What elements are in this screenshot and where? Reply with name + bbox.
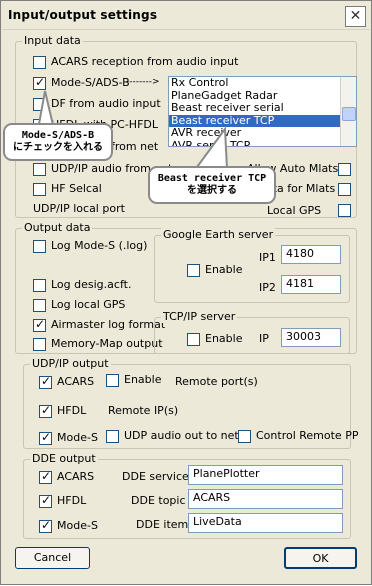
airmaster-checkbox[interactable] — [33, 317, 46, 332]
ge-enable-label: Enable — [205, 263, 243, 276]
from-net-label: from net — [111, 140, 159, 153]
input-data-legend: Input data — [22, 34, 83, 47]
callout-mode-s: Mode-S/ADS-B にチェックを入れる — [3, 123, 113, 161]
df-audio-label: DF from audio input — [51, 97, 161, 110]
udp-acars-label: ACARS — [57, 375, 95, 388]
listbox-scrollbar[interactable] — [340, 77, 356, 146]
log-modes-checkbox[interactable] — [33, 240, 46, 253]
local-gps-label: Local GPS — [267, 204, 322, 217]
df-audio-checkbox[interactable] — [33, 98, 46, 111]
log-gps-label: Log local GPS — [51, 298, 126, 311]
udp-local-port-label: UDP/IP local port — [33, 202, 125, 215]
udp-modes-checkbox[interactable] — [39, 430, 52, 445]
output-data-legend: Output data — [22, 221, 93, 234]
dde-service-label: DDE service — [122, 470, 189, 483]
dde-hfdl-label: HFDL — [57, 494, 87, 507]
udp-modes-label: Mode-S — [57, 431, 98, 444]
listbox-item[interactable]: Beast receiver serial — [169, 101, 356, 115]
udp-enable-label: Enable — [124, 373, 162, 386]
dde-service-input[interactable]: PlanePlotter — [188, 465, 343, 485]
listbox-item[interactable]: Rx Control — [169, 77, 356, 90]
scrollbar-thumb[interactable] — [342, 107, 356, 121]
log-desig-checkbox[interactable] — [33, 279, 46, 292]
dde-acars-label: ACARS — [57, 470, 95, 483]
acars-audio-label: ACARS reception from audio input — [51, 55, 239, 68]
udp-acars-checkbox[interactable] — [39, 374, 52, 389]
tcp-ip-label: IP — [259, 332, 269, 345]
data-mlats-checkbox[interactable] — [338, 183, 351, 196]
input-source-listbox[interactable]: Rx Control PlaneGadget Radar Beast receive… — [168, 76, 357, 147]
udp-output-legend: UDP/IP output — [30, 357, 111, 370]
udp-hfdl-checkbox[interactable] — [39, 403, 52, 418]
memory-map-checkbox[interactable] — [33, 338, 46, 351]
auto-mlats-checkbox[interactable] — [338, 163, 351, 176]
window-title: Input/output settings — [8, 8, 158, 22]
listbox-item[interactable]: AVR receiver — [169, 126, 356, 140]
ge-ip2-label: IP2 — [259, 281, 276, 294]
udp-audio-checkbox[interactable] — [33, 163, 46, 176]
dde-item-label: DDE item — [136, 518, 189, 531]
log-modes-label: Log Mode-S (.log) — [51, 239, 148, 252]
title-bar: Input/output settings ✕ — [2, 2, 370, 30]
ge-ip2-input[interactable]: 4181 — [281, 275, 341, 294]
remote-ips-label: Remote IP(s) — [108, 404, 179, 417]
mode-s-checkbox[interactable] — [33, 75, 46, 90]
ge-enable-checkbox[interactable] — [187, 264, 200, 277]
dde-hfdl-checkbox[interactable] — [39, 493, 52, 508]
dde-modes-checkbox[interactable] — [39, 518, 52, 533]
acars-audio-checkbox[interactable] — [33, 56, 46, 69]
udp-audio-out-checkbox[interactable] — [106, 430, 119, 443]
tcp-server-legend: TCP/IP server — [161, 310, 238, 323]
dde-acars-checkbox[interactable] — [39, 469, 52, 484]
hf-selcal-label: HF Selcal — [51, 182, 102, 195]
hf-selcal-checkbox[interactable] — [33, 183, 46, 196]
remote-ports-label: Remote port(s) — [175, 375, 258, 388]
settings-window: Input/output settings ✕ Input data ACARS… — [0, 0, 372, 585]
listbox-item[interactable]: AVR serial TCP — [169, 139, 356, 146]
cancel-button[interactable]: Cancel — [15, 547, 90, 569]
log-gps-checkbox[interactable] — [33, 299, 46, 312]
memory-map-label: Memory-Map output — [51, 337, 163, 350]
callout-mode-s-line2: にチェックを入れる — [13, 142, 103, 153]
mode-s-label: Mode-S/ADS-B — [51, 76, 130, 89]
google-earth-legend: Google Earth server — [161, 228, 276, 241]
dde-modes-label: Mode-S — [57, 519, 98, 532]
callout-beast-tcp-line1: Beast receiver TCP — [157, 173, 267, 184]
udp-audio-out-label: UDP audio out to net — [124, 429, 239, 442]
control-remote-checkbox[interactable] — [238, 430, 251, 443]
local-gps-checkbox[interactable] — [338, 204, 351, 217]
dde-topic-input[interactable]: ACARS — [188, 489, 343, 509]
udp-enable-checkbox[interactable] — [106, 374, 119, 387]
ok-button[interactable]: OK — [284, 547, 357, 569]
airmaster-label: Airmaster log format — [51, 318, 166, 331]
arrow-indicator: --------> — [126, 77, 160, 87]
callout-beast-tcp: Beast receiver TCP を選択する — [148, 166, 276, 204]
log-desig-label: Log desig.acft. — [51, 278, 132, 291]
callout-mode-s-line1: Mode-S/ADS-B — [21, 130, 95, 141]
close-button[interactable]: ✕ — [345, 6, 366, 27]
tcp-enable-label: Enable — [205, 332, 243, 345]
callout-beast-tcp-line2: を選択する — [187, 185, 237, 196]
tcp-enable-checkbox[interactable] — [187, 333, 200, 346]
ge-ip1-input[interactable]: 4180 — [281, 245, 341, 264]
dde-item-input[interactable]: LiveData — [188, 513, 343, 533]
tcp-ip-input[interactable]: 30003 — [281, 328, 341, 347]
control-remote-label: Control Remote PP — [256, 429, 359, 442]
dde-output-legend: DDE output — [30, 452, 98, 465]
dde-topic-label: DDE topic — [131, 494, 186, 507]
udp-hfdl-label: HFDL — [57, 404, 87, 417]
ge-ip1-label: IP1 — [259, 251, 276, 264]
